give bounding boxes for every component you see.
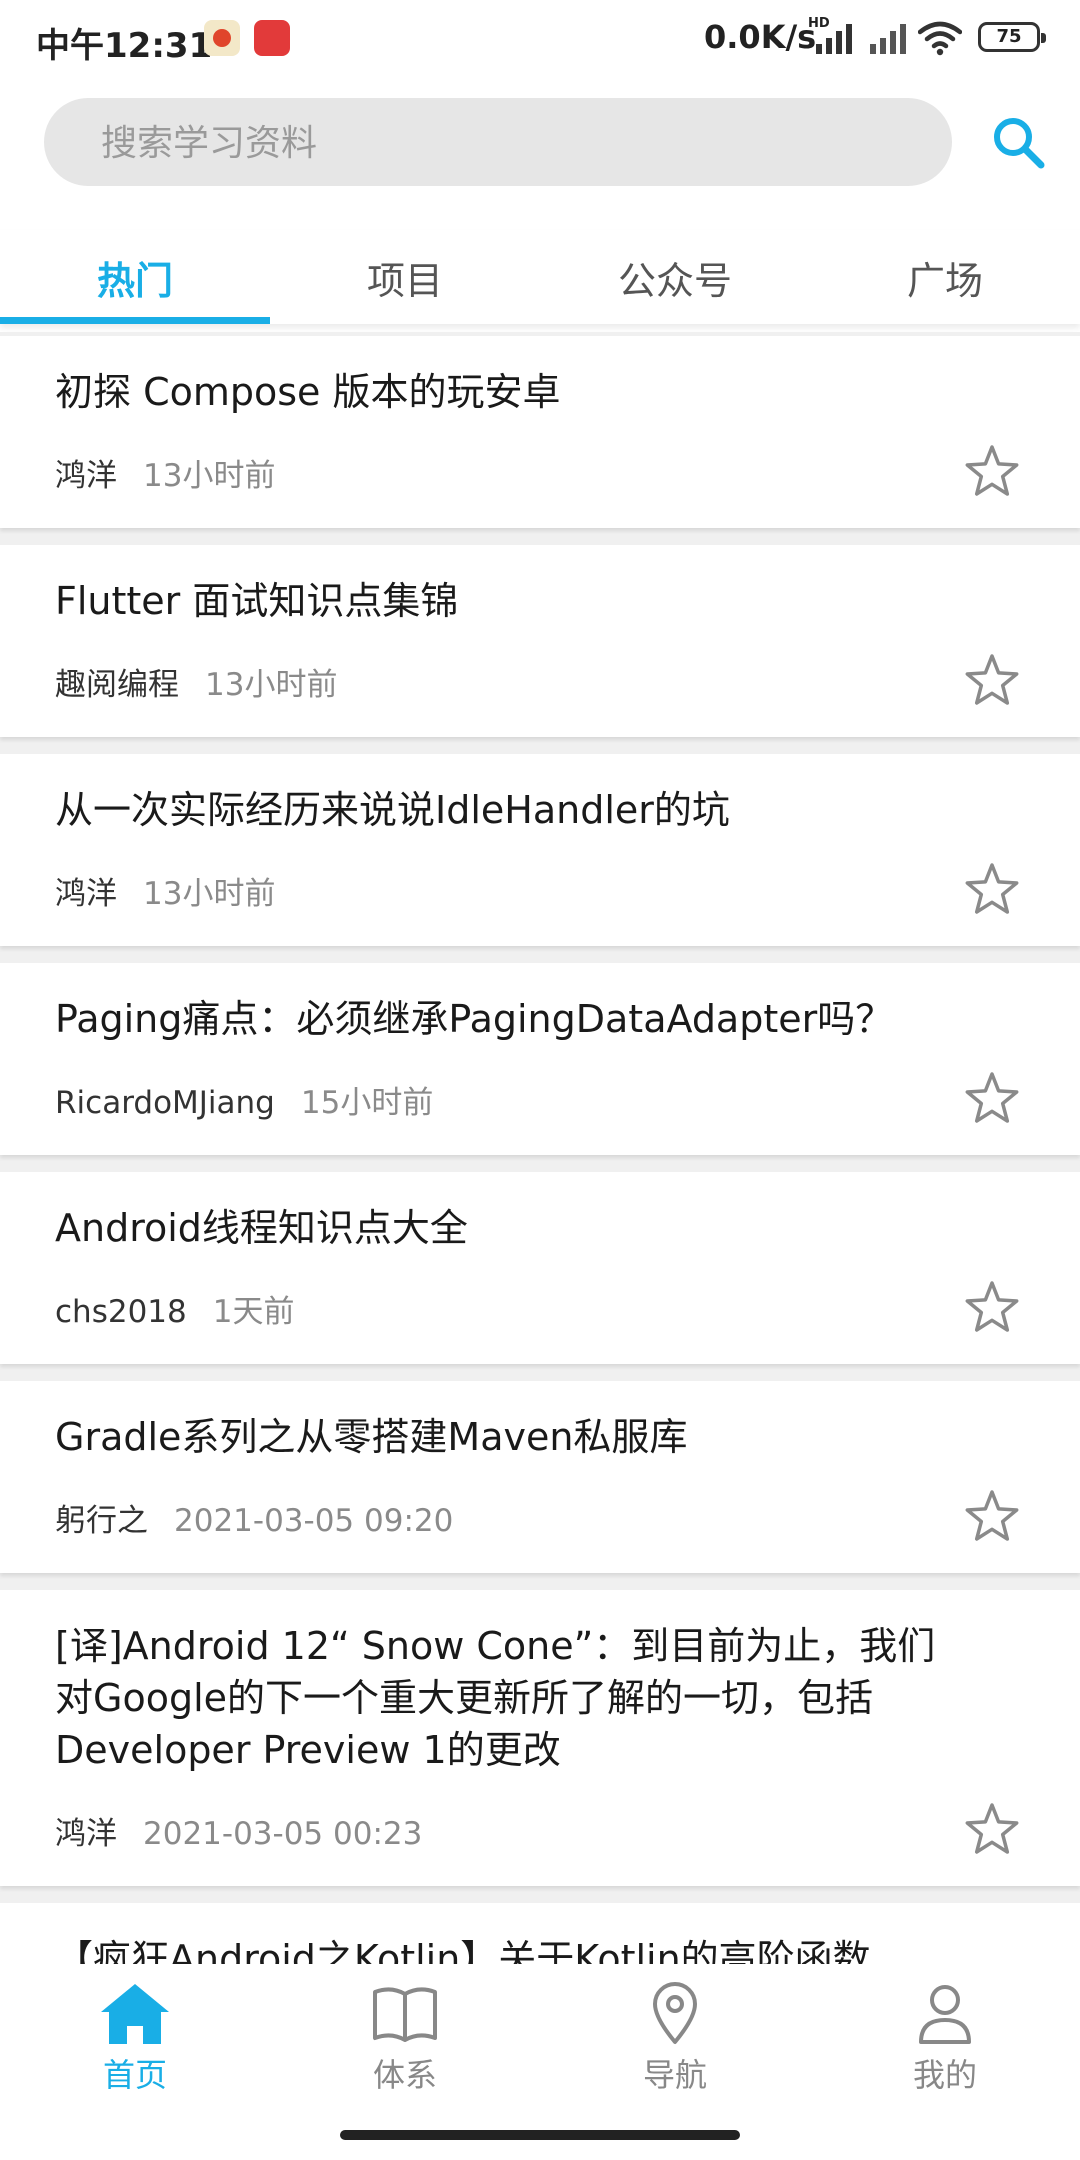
article-meta: RicardoMJiang 15小时前 — [55, 1077, 433, 1122]
star-icon[interactable] — [964, 862, 1020, 918]
book-icon — [373, 1987, 437, 2042]
list-item[interactable]: 从一次实际经历来说说IdleHandler的坑 鸿洋 13小时前 — [0, 754, 1080, 946]
star-icon[interactable] — [964, 1489, 1020, 1545]
tab-label: 热门 — [96, 258, 173, 303]
search-icon[interactable] — [988, 112, 1048, 172]
tab-label: 广场 — [906, 258, 983, 303]
list-item[interactable]: Flutter 面试知识点集锦 趣阅编程 13小时前 — [0, 545, 1080, 737]
tab-label: 项目 — [366, 258, 443, 303]
tab-projects[interactable]: 项目 — [270, 230, 540, 324]
article-time: 2021-03-05 00:23 — [143, 1816, 423, 1852]
article-time: 2021-03-05 09:20 — [174, 1503, 454, 1539]
star-icon[interactable] — [964, 1280, 1020, 1336]
status-time: 中午12:31 — [36, 26, 213, 66]
article-list[interactable]: 初探 Compose 版本的玩安卓 鸿洋 13小时前 Flutter 面试知识点集… — [0, 332, 1080, 1964]
location-pin-icon — [653, 1982, 697, 2044]
status-bar: 中午12:31 0.0K/s HD 75 — [0, 0, 1080, 80]
list-item[interactable]: 初探 Compose 版本的玩安卓 鸿洋 13小时前 — [0, 336, 1080, 528]
article-time: 13小时前 — [143, 876, 276, 912]
article-author: RicardoMJiang — [55, 1085, 275, 1121]
app-notification-icon — [204, 20, 240, 56]
article-meta: 趣阅编程 13小时前 — [55, 659, 337, 704]
star-icon[interactable] — [964, 1071, 1020, 1127]
article-title: 【疯狂Android之Kotlin】关于Kotlin的高阶函数 — [55, 1937, 871, 1964]
list-item[interactable]: 【疯狂Android之Kotlin】关于Kotlin的高阶函数 — [0, 1903, 1080, 1964]
article-time: 15小时前 — [300, 1085, 434, 1121]
tab-indicator — [0, 317, 270, 324]
battery-indicator: 75 — [978, 22, 1046, 52]
article-author: 躬行之 — [55, 1503, 148, 1539]
nav-label: 首页 — [102, 2056, 167, 2094]
list-item[interactable]: Gradle系列之从零搭建Maven私服库 躬行之 2021-03-05 09:2… — [0, 1381, 1080, 1573]
article-meta: 鸿洋 13小时前 — [55, 868, 275, 913]
article-author: 鸿洋 — [55, 1816, 117, 1852]
nav-system[interactable]: 体系 — [270, 1982, 540, 2102]
signal-icon — [866, 22, 910, 54]
article-title: Gradle系列之从零搭建Maven私服库 — [55, 1415, 688, 1459]
person-icon — [919, 1985, 971, 2044]
article-title: Flutter 面试知识点集锦 — [55, 579, 459, 623]
tab-hot[interactable]: 热门 — [0, 230, 270, 324]
article-meta: 躬行之 2021-03-05 09:20 — [55, 1495, 453, 1540]
tab-square[interactable]: 广场 — [810, 230, 1080, 324]
article-title: 初探 Compose 版本的玩安卓 — [55, 370, 561, 414]
article-author: 鸿洋 — [55, 458, 117, 494]
nav-label: 体系 — [372, 2056, 437, 2094]
search-bar — [44, 98, 952, 188]
article-time: 13小时前 — [205, 667, 338, 703]
tab-label: 公众号 — [617, 258, 732, 303]
list-item[interactable]: Paging痛点：必须继承PagingDataAdapter吗？ Ricardo… — [0, 963, 1080, 1155]
article-author: 鸿洋 — [55, 876, 117, 912]
signal-icon — [812, 22, 856, 54]
wifi-icon — [918, 21, 962, 56]
nav-mine[interactable]: 我的 — [810, 1982, 1080, 2102]
article-meta: 鸿洋 2021-03-05 00:23 — [55, 1808, 422, 1853]
star-icon[interactable] — [964, 653, 1020, 709]
network-speed: 0.0K/s — [704, 18, 817, 56]
article-title: Android线程知识点大全 — [55, 1206, 468, 1250]
app-notification-icon — [254, 20, 290, 56]
list-item[interactable]: Android线程知识点大全 chs2018 1天前 — [0, 1172, 1080, 1364]
nav-home[interactable]: 首页 — [0, 1982, 270, 2102]
star-icon[interactable] — [964, 1802, 1020, 1858]
article-meta: chs2018 1天前 — [55, 1286, 294, 1331]
list-item[interactable]: [译]Android 12“ Snow Cone”：到目前为止，我们对Googl… — [0, 1590, 1080, 1886]
article-time: 13小时前 — [143, 458, 276, 494]
nav-label: 导航 — [642, 2056, 707, 2094]
article-author: 趣阅编程 — [55, 667, 179, 703]
article-title: 从一次实际经历来说说IdleHandler的坑 — [55, 788, 730, 832]
home-icon — [101, 1984, 169, 2044]
article-time: 1天前 — [212, 1294, 295, 1330]
article-author: chs2018 — [55, 1294, 187, 1330]
article-title: Paging痛点：必须继承PagingDataAdapter吗？ — [55, 997, 894, 1041]
search-input[interactable] — [99, 98, 923, 188]
tab-bar: 热门 项目 公众号 广场 — [0, 230, 1080, 324]
home-indicator-bar — [340, 2130, 740, 2140]
star-icon[interactable] — [964, 444, 1020, 500]
nav-label: 我的 — [912, 2056, 977, 2094]
nav-navigation[interactable]: 导航 — [540, 1982, 810, 2102]
article-meta: 鸿洋 13小时前 — [55, 450, 275, 495]
tab-official-accounts[interactable]: 公众号 — [540, 230, 810, 324]
article-title: [译]Android 12“ Snow Cone”：到目前为止，我们对Googl… — [55, 1624, 936, 1772]
